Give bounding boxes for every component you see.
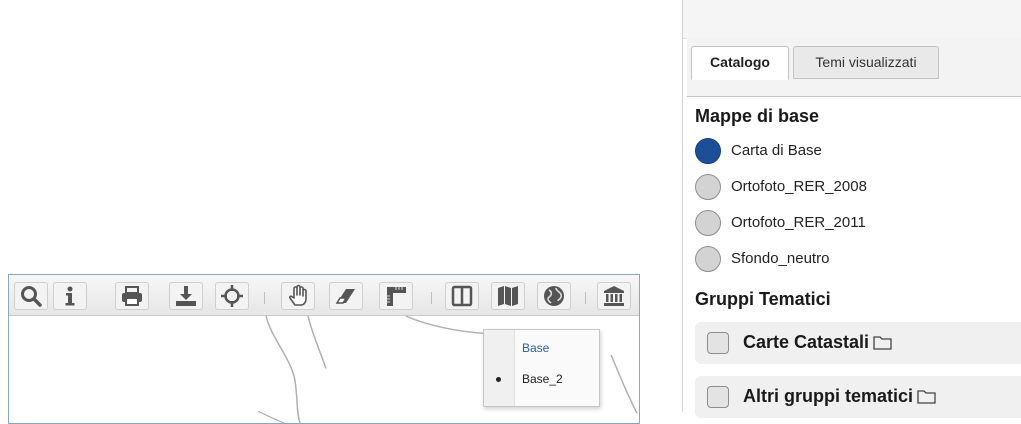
radio-button[interactable]	[695, 174, 721, 200]
folder-icon[interactable]	[917, 389, 936, 404]
erase-button[interactable]	[329, 282, 363, 310]
group-checkbox[interactable]	[707, 332, 729, 354]
tab-bar: Catalogo Temi visualizzati	[687, 38, 1021, 97]
selected-dot-icon	[496, 377, 501, 382]
section-title-base-maps: Mappe di base	[695, 106, 820, 126]
map-icon	[498, 286, 518, 306]
menu-item-base[interactable]: Base	[484, 338, 599, 358]
group-label: Altri gruppi tematici	[743, 386, 936, 407]
group-label-text: Carte Catastali	[743, 332, 870, 352]
radio-label: Ortofoto_RER_2011	[731, 214, 866, 231]
toolbar-separator	[264, 292, 265, 304]
radio-label: Ortofoto_RER_2008	[731, 178, 867, 195]
toolbar-separator	[431, 292, 432, 304]
radio-button[interactable]	[695, 246, 721, 272]
tab-label: Catalogo	[710, 54, 770, 70]
print-button[interactable]	[115, 282, 149, 310]
panel-header	[683, 0, 1021, 39]
toolbar-separator	[585, 292, 586, 304]
printer-icon	[122, 286, 142, 306]
group-label: Carte Catastali	[743, 332, 892, 353]
split-view-button[interactable]	[445, 282, 479, 310]
measure-button[interactable]	[379, 282, 413, 310]
search-icon	[21, 286, 42, 307]
split-view-icon	[451, 285, 473, 307]
tab-temi-visualizzati[interactable]: Temi visualizzati	[793, 46, 939, 79]
radio-button[interactable]	[695, 138, 721, 164]
basemap-button[interactable]	[491, 282, 525, 310]
pan-button[interactable]	[281, 282, 315, 310]
radio-label: Carta di Base	[731, 142, 822, 159]
eraser-icon	[335, 289, 355, 304]
menu-item-base-2[interactable]: Base_2	[484, 369, 599, 389]
cadastre-button[interactable]	[597, 282, 631, 310]
bank-icon	[604, 286, 624, 306]
locate-button[interactable]	[215, 282, 249, 310]
group-label-text: Altri gruppi tematici	[743, 386, 914, 406]
radio-label: Sfondo_neutro	[731, 250, 830, 267]
download-button[interactable]	[169, 282, 203, 310]
tab-label: Temi visualizzati	[815, 54, 917, 70]
menu-item-label: Base_2	[522, 372, 563, 386]
download-icon	[176, 286, 196, 306]
ruler-corner-icon	[387, 287, 406, 306]
menu-item-label: Base	[522, 341, 550, 355]
info-icon	[65, 286, 75, 306]
map-toolbar	[9, 275, 639, 316]
group-checkbox[interactable]	[707, 386, 729, 408]
basemap-menu: Base Base_2	[483, 329, 600, 407]
globe-icon	[544, 286, 564, 306]
info-button[interactable]	[53, 282, 87, 310]
hand-icon	[289, 284, 307, 306]
layers-panel: Catalogo Temi visualizzati Mappe di base…	[682, 0, 1021, 418]
radio-button[interactable]	[695, 210, 721, 236]
search-button[interactable]	[14, 282, 48, 310]
globe-button[interactable]	[537, 282, 571, 310]
folder-icon[interactable]	[873, 335, 892, 350]
crosshair-icon	[221, 285, 243, 307]
group-carte-catastali[interactable]: Carte Catastali	[695, 322, 1021, 364]
section-title-thematic-groups: Gruppi Tematici	[695, 289, 831, 309]
tab-catalogo[interactable]: Catalogo	[691, 46, 789, 80]
